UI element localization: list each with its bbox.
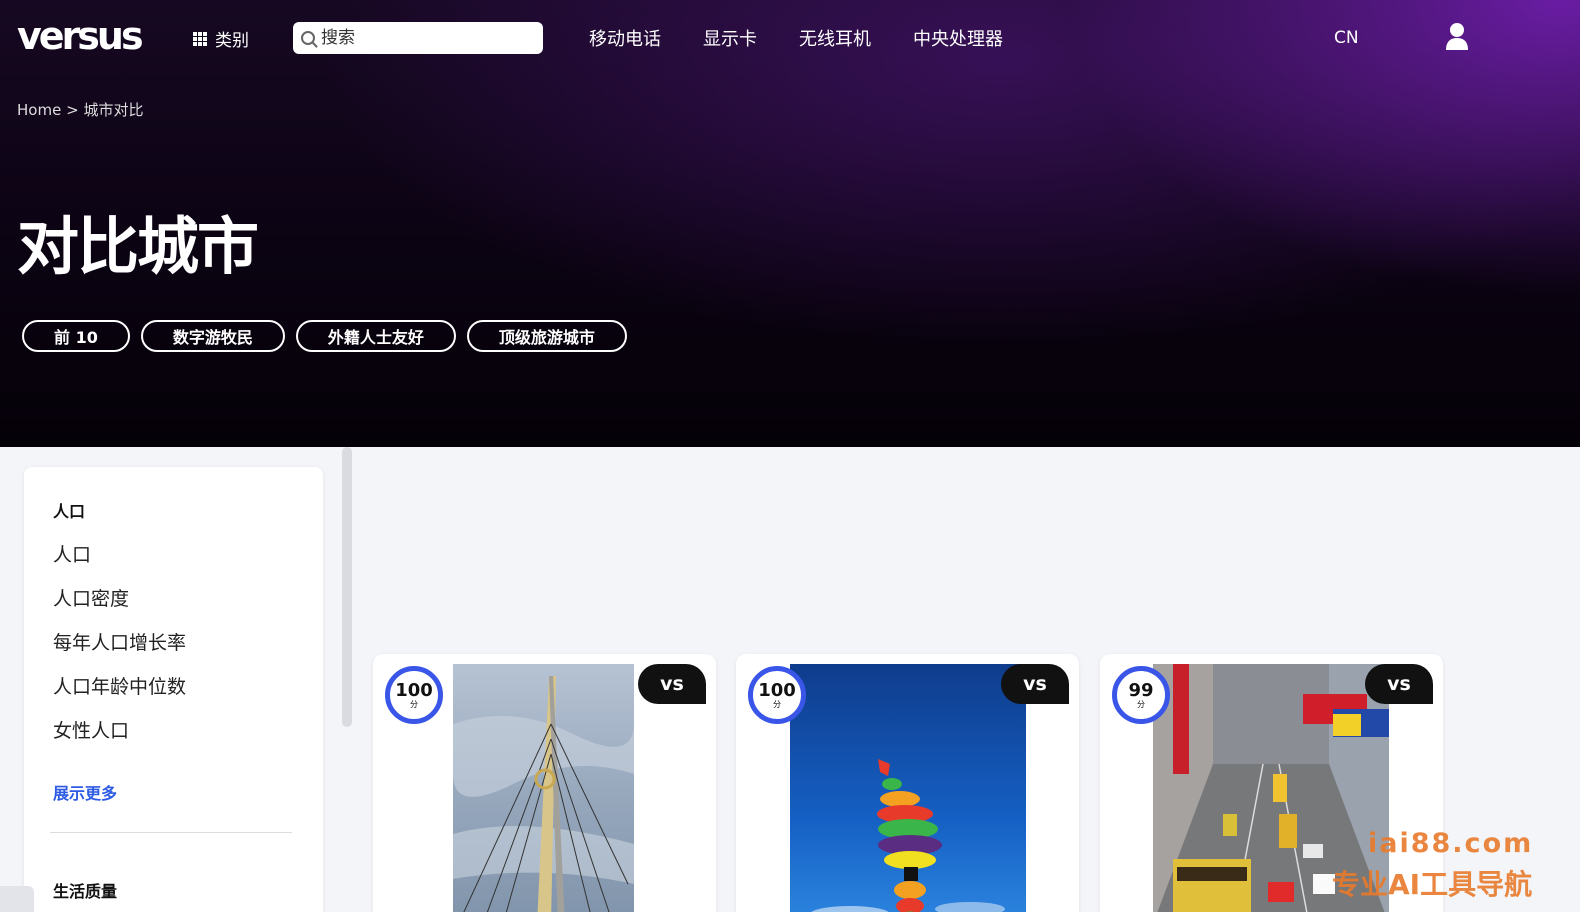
categories-label: 类别 [215, 31, 249, 51]
score-badge: 99 分 [1112, 666, 1170, 724]
score-badge: 100 分 [748, 666, 806, 724]
chip-expat-friendly[interactable]: 外籍人士友好 [295, 320, 456, 352]
grid-icon [193, 31, 207, 46]
breadcrumb-separator: > [66, 101, 79, 119]
search-input[interactable] [321, 28, 531, 48]
show-more-link[interactable]: 展示更多 [53, 780, 117, 804]
nav-item-graphics-cards[interactable]: 显示卡 [703, 25, 757, 51]
city-card[interactable]: 100 分 vs [736, 654, 1079, 912]
hero-banner: versus 类别 移动电话 显示卡 无线耳机 中央处理器 CN Home > … [0, 0, 1580, 447]
city-card[interactable]: 100 分 vs [373, 654, 716, 912]
sidebar-item-median-age[interactable]: 人口年龄中位数 [53, 676, 186, 720]
sidebar-divider [50, 832, 292, 833]
sidebar-item-female-population[interactable]: 女性人口 [53, 720, 186, 764]
sidebar-population-list: 人口 人口密度 每年人口增长率 人口年龄中位数 女性人口 [53, 544, 186, 764]
breadcrumb: Home > 城市对比 [17, 99, 143, 120]
bridge-photo [453, 664, 634, 912]
chip-top-tourist-cities[interactable]: 顶级旅游城市 [466, 320, 627, 352]
categories-button[interactable]: 类别 [193, 26, 249, 51]
breadcrumb-current[interactable]: 城市对比 [83, 101, 143, 119]
vs-button[interactable]: vs [638, 664, 706, 704]
score-value: 99 [1128, 679, 1154, 701]
vs-button[interactable]: vs [1365, 664, 1433, 704]
score-unit: 分 [1137, 699, 1145, 709]
versus-logo[interactable]: versus [17, 14, 144, 58]
watermark-tagline: 专业AI工具导航 [1332, 868, 1533, 901]
search-box[interactable] [293, 22, 543, 54]
nav-item-wireless-earbuds[interactable]: 无线耳机 [799, 25, 871, 51]
vs-button[interactable]: vs [1001, 664, 1069, 704]
search-icon [301, 31, 315, 45]
sidebar-item-population-growth[interactable]: 每年人口增长率 [53, 632, 186, 676]
sidebar-section-quality-of-life-title: 生活质量 [53, 882, 118, 901]
sidebar-item-population[interactable]: 人口 [53, 544, 186, 588]
nav-item-phones[interactable]: 移动电话 [589, 25, 661, 51]
score-badge: 100 分 [385, 666, 443, 724]
nav-item-cpus[interactable]: 中央处理器 [913, 25, 1003, 51]
score-value: 100 [395, 679, 433, 701]
watermark-domain: iai88.com [1368, 828, 1534, 859]
breadcrumb-home[interactable]: Home [17, 101, 61, 119]
sidebar-scrollbar[interactable] [342, 447, 352, 727]
filter-sidebar: 人口 人口 人口密度 每年人口增长率 人口年龄中位数 女性人口 展示更多 生活质… [24, 467, 323, 912]
sidebar-item-population-density[interactable]: 人口密度 [53, 588, 186, 632]
chip-top-10[interactable]: 前 10 [22, 320, 130, 352]
language-selector[interactable]: CN [1334, 28, 1359, 48]
sidebar-section-population-title: 人口 [53, 502, 86, 521]
corner-tab[interactable] [0, 886, 34, 912]
main-nav: 移动电话 显示卡 无线耳机 中央处理器 [589, 25, 1003, 51]
user-icon[interactable] [1445, 22, 1469, 52]
sculpture-photo [790, 664, 1026, 912]
score-unit: 分 [410, 699, 418, 709]
chip-digital-nomads[interactable]: 数字游牧民 [140, 320, 285, 352]
score-value: 100 [758, 679, 796, 701]
score-unit: 分 [773, 699, 781, 709]
page-title: 对比城市 [17, 210, 259, 283]
filter-chips: 前 10 数字游牧民 外籍人士友好 顶级旅游城市 [22, 320, 627, 352]
